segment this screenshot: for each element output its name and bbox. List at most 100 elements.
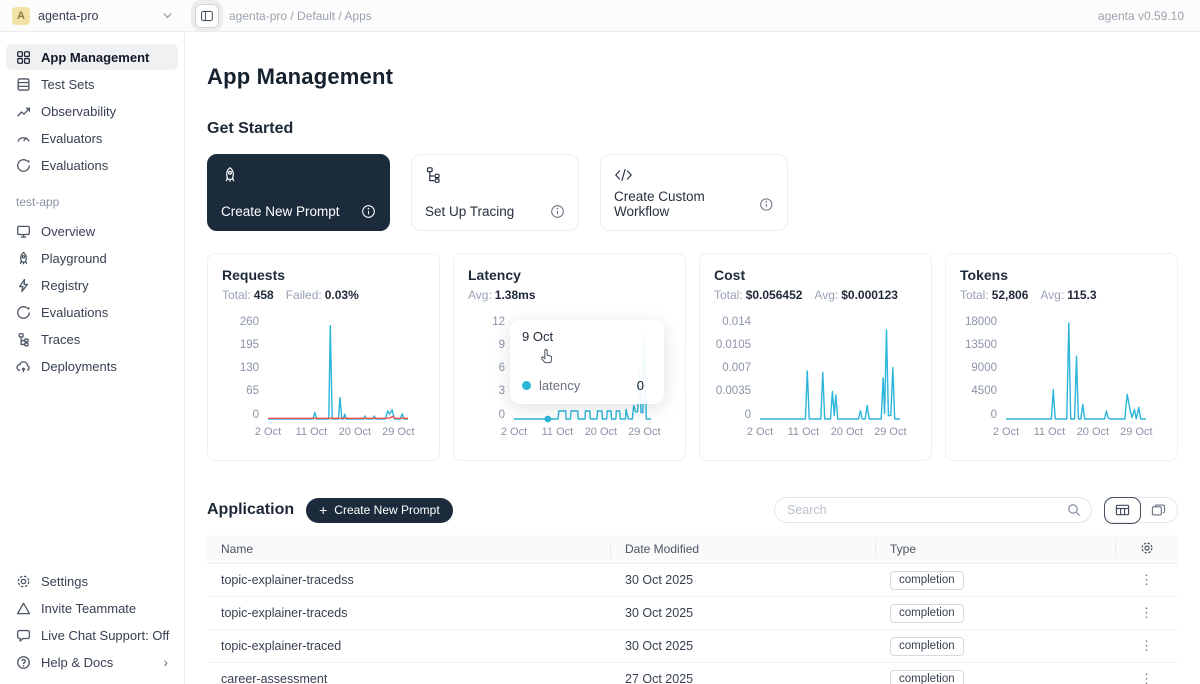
chart-stats: Total:458 Failed:0.03% [222, 288, 425, 302]
sidebar-item-label: Test Sets [41, 77, 94, 92]
type-badge: completion [890, 604, 964, 623]
x-tick-label: 2 Oct [501, 426, 527, 438]
lightning-icon [16, 278, 31, 293]
y-tick-label: 3 [499, 386, 505, 398]
x-tick-label: 20 Oct [339, 426, 371, 438]
x-tick-label: 29 Oct [628, 426, 660, 438]
column-type[interactable]: Type [876, 541, 1116, 558]
table-row[interactable]: topic-explainer-traceds 30 Oct 2025 comp… [207, 597, 1178, 630]
x-tick-label: 29 Oct [874, 426, 906, 438]
row-menu-button[interactable]: ⋮ [1116, 671, 1178, 684]
sidebar-item-label: App Management [41, 50, 149, 65]
x-tick-label: 2 Oct [255, 426, 281, 438]
x-tick-label: 20 Oct [1077, 426, 1109, 438]
table-row[interactable]: topic-explainer-traced 30 Oct 2025 compl… [207, 630, 1178, 663]
set-up-tracing-card[interactable]: Set Up Tracing [411, 154, 579, 231]
tooltip-series-row: latency 0 [522, 378, 654, 393]
type-badge: completion [890, 637, 964, 656]
x-tick-label: 29 Oct [1120, 426, 1152, 438]
y-tick-label: 260 [240, 317, 259, 329]
sidebar-item-playground[interactable]: Playground [6, 245, 178, 271]
rocket-icon [16, 251, 31, 266]
cost-chart[interactable] [760, 317, 900, 423]
sidebar-item-traces[interactable]: Traces [6, 326, 178, 352]
create-new-prompt-card[interactable]: Create New Prompt [207, 154, 390, 231]
chart-title: Latency [468, 267, 671, 283]
workspace-avatar: A [12, 7, 30, 25]
table-row[interactable]: career-assessment 27 Oct 2025 completion… [207, 663, 1178, 684]
chat-bubble-icon [16, 628, 31, 643]
sidebar-item-registry[interactable]: Registry [6, 272, 178, 298]
code-icon [614, 166, 633, 184]
column-date-modified[interactable]: Date Modified [611, 541, 876, 558]
sidebar-item-evaluations[interactable]: Evaluations [6, 152, 178, 178]
app-date: 30 Oct 2025 [611, 639, 876, 653]
sidebar-item-overview[interactable]: Overview [6, 218, 178, 244]
app-date: 27 Oct 2025 [611, 672, 876, 684]
search-icon[interactable] [1067, 503, 1081, 517]
y-tick-label: 195 [240, 340, 259, 352]
column-settings[interactable] [1116, 541, 1178, 558]
row-menu-button[interactable]: ⋮ [1116, 605, 1178, 621]
x-axis: 2 Oct11 Oct20 Oct29 Oct [514, 426, 654, 440]
tooltip-series-name: latency [539, 378, 580, 393]
x-tick-label: 29 Oct [382, 426, 414, 438]
sidebar-item-label: Evaluations [41, 158, 108, 173]
table-header: Name Date Modified Type [207, 535, 1178, 564]
app-version: agenta v0.59.10 [1098, 9, 1200, 23]
row-menu-button[interactable]: ⋮ [1116, 638, 1178, 654]
x-tick-label: 2 Oct [993, 426, 1019, 438]
sidebar-item-live-chat[interactable]: Live Chat Support: Off [6, 622, 178, 648]
search-input[interactable] [787, 503, 1059, 517]
y-tick-label: 0.007 [722, 363, 751, 375]
app-date: 30 Oct 2025 [611, 606, 876, 620]
workspace-switcher[interactable]: A agenta-pro [0, 7, 185, 25]
x-tick-label: 20 Oct [831, 426, 863, 438]
tokens-chart[interactable] [1006, 317, 1146, 423]
applications-table: Name Date Modified Type topic-explainer-… [207, 535, 1178, 684]
y-tick-label: 0.0105 [716, 340, 751, 352]
card-view-icon [1151, 503, 1166, 517]
sidebar-item-deployments[interactable]: Deployments [6, 353, 178, 379]
hand-cursor-icon [538, 348, 556, 366]
sidebar-item-help-docs[interactable]: Help & Docs › [6, 649, 178, 675]
info-icon[interactable] [550, 204, 565, 219]
trend-chart-icon [16, 104, 31, 119]
sidebar-item-settings[interactable]: Settings [6, 568, 178, 594]
chart-tooltip: 9 Oct latency 0 [510, 320, 664, 404]
sidebar-item-app-evaluations[interactable]: Evaluations [6, 299, 178, 325]
app-name: topic-explainer-tracedss [207, 573, 611, 587]
y-tick-label: 0.014 [722, 317, 751, 329]
sidebar-item-test-sets[interactable]: Test Sets [6, 71, 178, 97]
app-name: career-assessment [207, 672, 611, 684]
table-view-button[interactable] [1104, 497, 1141, 524]
sidebar-item-evaluators[interactable]: Evaluators [6, 125, 178, 151]
requests-card: Requests Total:458 Failed:0.03% 26019513… [207, 253, 440, 461]
y-tick-label: 65 [246, 386, 259, 398]
info-icon[interactable] [361, 204, 376, 219]
trace-tree-icon [16, 332, 31, 347]
x-axis: 2 Oct11 Oct20 Oct29 Oct [760, 426, 900, 440]
app-name: topic-explainer-traced [207, 639, 611, 653]
y-tick-label: 0 [499, 410, 505, 422]
create-new-prompt-button[interactable]: + Create New Prompt [306, 498, 453, 523]
app-section-label: test-app [16, 195, 168, 209]
info-icon[interactable] [759, 197, 774, 212]
y-tick-label: 0 [745, 410, 751, 422]
requests-chart[interactable] [268, 317, 408, 423]
sidebar-item-app-management[interactable]: App Management [6, 44, 178, 70]
column-name[interactable]: Name [207, 541, 611, 558]
row-menu-button[interactable]: ⋮ [1116, 572, 1178, 588]
x-axis: 2 Oct11 Oct20 Oct29 Oct [1006, 426, 1146, 440]
x-tick-label: 2 Oct [747, 426, 773, 438]
view-toggle [1104, 497, 1178, 523]
card-view-button[interactable] [1140, 497, 1177, 523]
sidebar-item-observability[interactable]: Observability [6, 98, 178, 124]
sidebar-item-invite-teammate[interactable]: Invite Teammate [6, 595, 178, 621]
breadcrumb[interactable]: agenta-pro / Default / Apps [229, 9, 372, 23]
x-axis: 2 Oct11 Oct20 Oct29 Oct [268, 426, 408, 440]
create-custom-workflow-card[interactable]: Create Custom Workflow [600, 154, 788, 231]
table-row[interactable]: topic-explainer-tracedss 30 Oct 2025 com… [207, 564, 1178, 597]
chart-stats: Avg:1.38ms [468, 288, 671, 302]
sidebar-toggle-button[interactable] [195, 4, 219, 28]
